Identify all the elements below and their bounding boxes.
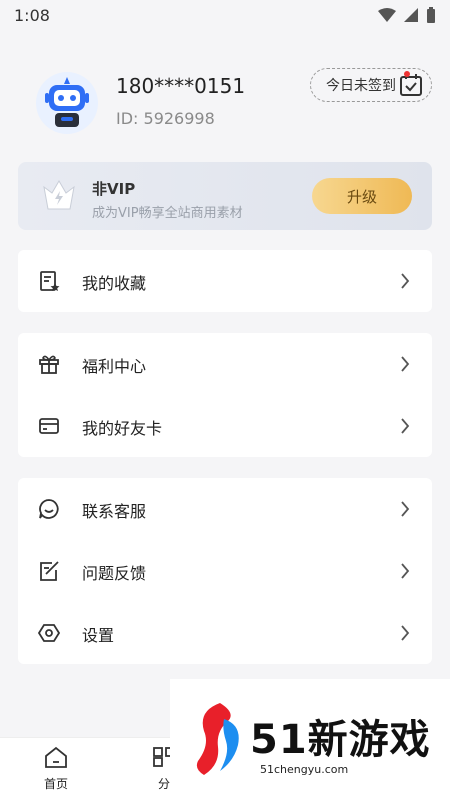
chevron-right-icon	[401, 625, 410, 641]
welfare-label: 福利中心	[82, 357, 147, 376]
home-icon	[45, 746, 67, 768]
favorites-icon	[40, 271, 60, 291]
checkin-button[interactable]: 今日未签到	[310, 68, 432, 102]
friend-card-label: 我的好友卡	[82, 419, 163, 438]
chevron-right-icon	[401, 356, 410, 372]
chat-icon	[39, 499, 59, 519]
status-time: 1:08	[14, 5, 50, 25]
chevron-right-icon	[401, 501, 410, 517]
watermark-brand: 51新游戏	[250, 717, 431, 763]
watermark: 51新游戏 51chengyu.com	[170, 679, 450, 799]
card-icon	[39, 418, 59, 434]
profile-header: 180****0151 ID: 5926998 今日未签到	[18, 60, 432, 150]
checkin-label: 今日未签到	[326, 78, 396, 94]
settings-label: 设置	[82, 626, 115, 645]
settings-hexagon-icon	[38, 624, 60, 642]
vip-subtitle: 成为VIP畅享全站商用素材	[92, 206, 243, 221]
menu-item-customer-service[interactable]: 联系客服	[18, 478, 432, 540]
chevron-right-icon	[401, 563, 410, 579]
watermark-url: 51chengyu.com	[260, 763, 349, 776]
menu-item-favorites[interactable]: 我的收藏	[18, 250, 432, 312]
upgrade-button[interactable]: 升级	[312, 178, 412, 214]
customer-service-label: 联系客服	[82, 502, 147, 521]
wifi-icon	[378, 8, 396, 22]
nav-home-label: 首页	[43, 777, 68, 791]
vip-banner[interactable]: 非VIP 成为VIP畅享全站商用素材 升级	[18, 162, 432, 230]
favorites-label: 我的收藏	[82, 274, 147, 293]
feedback-label: 问题反馈	[82, 564, 147, 583]
menu-item-welfare[interactable]: 福利中心	[18, 333, 432, 395]
unread-dot	[404, 71, 410, 77]
username: 180****0151	[116, 74, 246, 98]
watermark-logo-icon	[196, 703, 239, 775]
status-bar: 1:08	[0, 0, 450, 30]
benefits-card: 福利中心 我的好友卡	[18, 333, 432, 457]
support-card: 联系客服 问题反馈 设置	[18, 478, 432, 664]
robot-avatar-icon	[45, 77, 89, 127]
chevron-right-icon	[401, 273, 410, 289]
avatar[interactable]	[36, 72, 98, 134]
signal-icon	[404, 8, 418, 22]
chevron-right-icon	[401, 418, 410, 434]
menu-item-friend-card[interactable]: 我的好友卡	[18, 395, 432, 457]
battery-icon	[427, 7, 435, 23]
nav-home[interactable]: 首页	[26, 746, 86, 792]
vip-status: 非VIP	[92, 180, 136, 198]
menu-item-feedback[interactable]: 问题反馈	[18, 540, 432, 602]
calendar-check-icon	[400, 74, 422, 96]
menu-item-settings[interactable]: 设置	[18, 602, 432, 664]
favorites-card: 我的收藏	[18, 250, 432, 312]
user-id: ID: 5926998	[116, 109, 215, 128]
edit-note-icon	[40, 561, 59, 581]
crown-icon	[43, 180, 75, 210]
gift-icon	[39, 355, 59, 374]
